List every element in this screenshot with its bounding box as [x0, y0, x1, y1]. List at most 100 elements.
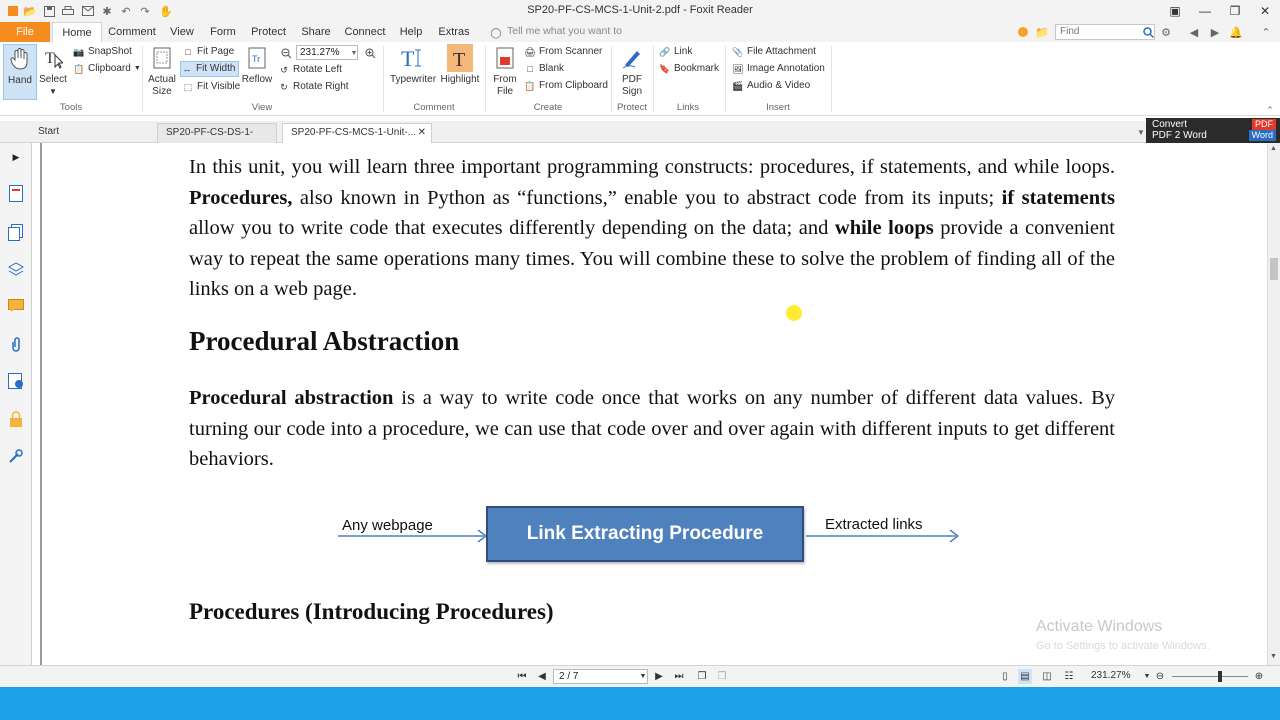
page-number-input[interactable]: 2 / 7: [553, 669, 648, 684]
pages-icon[interactable]: [6, 222, 26, 242]
tab-view[interactable]: View: [163, 22, 201, 42]
page-dropdown-icon[interactable]: ▼: [636, 669, 650, 684]
actual-size-button[interactable]: Actual Size: [146, 44, 178, 98]
hand-icon: [6, 45, 34, 73]
document-tabs: Start SP20-PF-CS-DS-1-Unit1... SP20-PF-C…: [0, 121, 1280, 156]
select-button[interactable]: T Select ▼: [38, 44, 68, 98]
page-edge: [40, 143, 42, 665]
convert-promo-banner[interactable]: Convert PDF 2 Word PDF Word: [1146, 118, 1280, 143]
restore-ribbon-icon[interactable]: ▣: [1160, 0, 1190, 22]
link-button[interactable]: 🔗 Link: [659, 44, 692, 60]
forward-icon[interactable]: ▶: [1207, 24, 1223, 40]
close-tab-icon[interactable]: ✕: [418, 124, 426, 142]
tab-help[interactable]: Help: [394, 22, 428, 42]
zoom-dropdown-icon[interactable]: ▼: [1140, 669, 1154, 684]
minimize-button[interactable]: —: [1190, 0, 1220, 22]
typewriter-button[interactable]: T Typewriter: [389, 44, 437, 86]
continuous-facing-icon[interactable]: ☷: [1062, 669, 1076, 684]
tab-file[interactable]: File: [0, 22, 50, 42]
expand-panel-icon[interactable]: ▶: [6, 147, 26, 167]
reflow-icon: Tr: [243, 44, 271, 72]
scroll-up-icon[interactable]: ▲: [1270, 145, 1277, 152]
diagram-output-label: Extracted links: [825, 516, 923, 533]
image-annotation-button[interactable]: 🖼 Image Annotation: [732, 61, 825, 77]
last-page-icon[interactable]: ⏭: [672, 669, 686, 684]
first-page-icon[interactable]: ⏮: [515, 669, 529, 684]
zoom-dropdown-icon[interactable]: ▼: [346, 45, 362, 61]
from-scanner-button[interactable]: 🖨 From Scanner: [524, 44, 602, 60]
scroll-down-icon[interactable]: ▼: [1270, 653, 1277, 660]
fit-width-button[interactable]: ↔ Fit Width: [180, 61, 240, 77]
back-icon[interactable]: ◀: [1186, 24, 1202, 40]
next-view-icon[interactable]: ❐: [715, 669, 729, 684]
clipboard-icon: 📋: [73, 64, 85, 74]
pdf-sign-button[interactable]: PDF Sign: [615, 44, 649, 98]
file-attachment-button[interactable]: 📎 File Attachment: [732, 44, 816, 60]
zoom-slider-track[interactable]: [1172, 676, 1248, 677]
close-button[interactable]: ✕: [1250, 0, 1280, 22]
next-page-icon[interactable]: ▶: [652, 669, 666, 684]
attachment-icon: 📎: [732, 47, 744, 57]
tab-start[interactable]: Start: [30, 123, 156, 143]
tell-me-input[interactable]: Tell me what you want to: [507, 25, 622, 37]
folder-search-icon[interactable]: 📁: [1034, 24, 1050, 40]
clipboard-button[interactable]: 📋 Clipboard ▼: [73, 61, 140, 77]
snapshot-button[interactable]: 📷 SnapShot: [73, 44, 132, 60]
reflow-button[interactable]: Tr Reflow: [241, 44, 273, 86]
audio-video-button[interactable]: 🎬 Audio & Video: [732, 78, 810, 94]
heading-procedures: Procedures (Introducing Procedures): [189, 599, 554, 624]
blank-button[interactable]: □ Blank: [524, 61, 564, 77]
scroll-thumb[interactable]: [1270, 258, 1278, 280]
search-icon[interactable]: [1140, 24, 1156, 40]
continuous-page-icon[interactable]: ▤: [1018, 669, 1032, 684]
prev-page-icon[interactable]: ◀: [535, 669, 549, 684]
skin-icon[interactable]: [1015, 24, 1031, 40]
attachment-panel-icon[interactable]: [6, 334, 26, 354]
content-tools-icon[interactable]: [6, 446, 26, 466]
svg-text:T: T: [45, 50, 55, 67]
fit-page-button[interactable]: □ Fit Page: [182, 44, 234, 60]
tab-doc-ds[interactable]: SP20-PF-CS-DS-1-Unit1...: [157, 123, 277, 156]
zoom-level[interactable]: 231.27%: [1091, 670, 1130, 681]
group-label-view: View: [251, 102, 273, 113]
bookmark-icon: 🔖: [659, 64, 671, 74]
page-thumbnail-icon[interactable]: [6, 183, 26, 203]
bookmark-button[interactable]: 🔖 Bookmark: [659, 61, 719, 77]
from-clipboard-button[interactable]: 📋 From Clipboard: [524, 78, 608, 94]
rotate-right-button[interactable]: ↻ Rotate Right: [278, 79, 348, 95]
comments-icon[interactable]: [6, 296, 26, 316]
tab-protect[interactable]: Protect: [246, 22, 291, 42]
tab-comment[interactable]: Comment: [106, 22, 158, 42]
fit-visible-button[interactable]: ⬚ Fit Visible: [182, 79, 240, 95]
single-page-icon[interactable]: ▯: [998, 669, 1012, 684]
tab-doc-mcs[interactable]: SP20-PF-CS-MCS-1-Unit-... ✕: [282, 123, 432, 143]
tab-connect[interactable]: Connect: [341, 22, 389, 42]
actual-size-icon: [148, 44, 176, 72]
bell-icon[interactable]: 🔔: [1228, 24, 1244, 40]
previous-view-icon[interactable]: ❐: [695, 669, 709, 684]
hand-button[interactable]: Hand: [3, 44, 37, 100]
zoom-slider-thumb[interactable]: [1218, 671, 1222, 682]
zoom-out-icon[interactable]: [278, 45, 294, 61]
collapse-ribbon-icon[interactable]: ⌃: [1262, 102, 1278, 118]
zoom-in-button-icon[interactable]: ⊕: [1252, 669, 1266, 684]
maximize-button[interactable]: ❐: [1220, 0, 1250, 22]
rotate-left-button[interactable]: ↺ Rotate Left: [278, 62, 342, 78]
layers-icon[interactable]: [6, 259, 26, 279]
tab-share[interactable]: Share: [296, 22, 336, 42]
highlight-button[interactable]: T Highlight: [440, 44, 480, 86]
facing-page-icon[interactable]: ◫: [1040, 669, 1054, 684]
from-file-button[interactable]: From File: [489, 44, 521, 98]
tab-extras[interactable]: Extras: [433, 22, 475, 42]
security-lock-icon[interactable]: [6, 409, 26, 429]
tab-home[interactable]: Home: [52, 22, 102, 42]
gear-icon[interactable]: ⚙: [1158, 24, 1174, 40]
zoom-out-button-icon[interactable]: ⊖: [1153, 669, 1167, 684]
vertical-scrollbar[interactable]: ▲ ▼: [1267, 143, 1280, 665]
zoom-in-icon[interactable]: [362, 45, 378, 61]
tab-form[interactable]: Form: [205, 22, 241, 42]
from-file-label: From File: [493, 74, 517, 97]
signature-panel-icon[interactable]: [6, 371, 26, 391]
blank-label: Blank: [539, 63, 565, 74]
expand-icon[interactable]: ⌃: [1258, 24, 1274, 40]
